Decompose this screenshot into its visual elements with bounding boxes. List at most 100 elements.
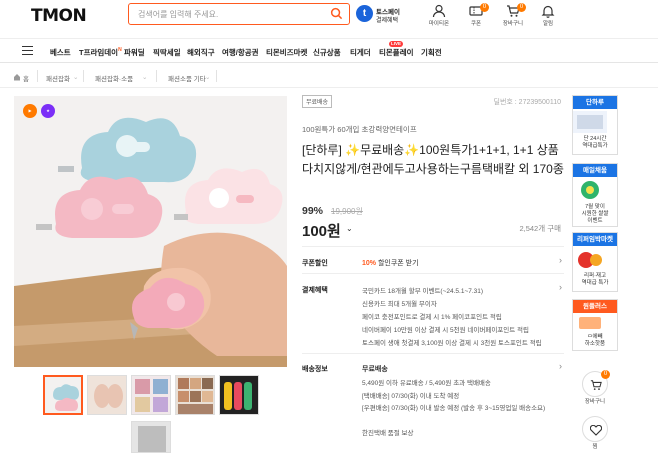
- sidebar-cart-circle: 0: [582, 370, 610, 397]
- sale-price: 100원: [302, 223, 341, 240]
- original-price: 19,900원: [331, 207, 363, 216]
- nav-item-play[interactable]: 티몬플레이 LIVE: [379, 41, 414, 58]
- menu-icon[interactable]: [22, 46, 33, 55]
- my-tmon-label: 마이티몬: [428, 21, 450, 27]
- thumbnail-colorful-image: [220, 376, 258, 414]
- nav-item-overseas[interactable]: 해외직구: [187, 47, 215, 58]
- thumbnail-3[interactable]: [131, 375, 171, 415]
- coupon-row-label: 쿠폰할인: [302, 260, 328, 267]
- breadcrumb-chevron: ⌄: [205, 74, 211, 81]
- thumbnail-collage-image: [132, 376, 170, 414]
- sidebar-banner-oneplus[interactable]: 원플러스 ㅁ에빼 하소핫품: [572, 299, 618, 351]
- search-box[interactable]: 검색어를 입력해 주세요.: [128, 3, 350, 25]
- coupon-chevron-icon[interactable]: ›: [559, 255, 562, 265]
- sidebar-banner-dahaneru[interactable]: 단하루 단 24시간 역대급특가: [572, 95, 618, 155]
- card-benefit-chevron-icon[interactable]: ›: [559, 282, 562, 292]
- breadcrumb-category-1[interactable]: 패션잡화: [46, 73, 70, 83]
- nav-item-exhibition[interactable]: 기획전: [421, 47, 442, 58]
- nav-item-label: 여행/항공권: [222, 48, 259, 57]
- banner-image: [573, 248, 607, 270]
- card-benefit-line-3: 페이코 충전포인트로 결제 시 1% 페이코포인트 적립: [362, 314, 502, 321]
- tmon-logo[interactable]: TMON: [31, 6, 87, 26]
- product-main-image[interactable]: ▶ ★: [14, 96, 287, 367]
- breadcrumb-divider: [37, 70, 38, 82]
- thumbnail-collage-image: [176, 376, 214, 414]
- coupon-percent: 10%: [362, 260, 377, 267]
- sidebar-cart-label: 장바구니: [584, 399, 606, 405]
- search-input[interactable]: 검색어를 입력해 주세요.: [138, 9, 218, 20]
- thumbnail-5[interactable]: [219, 375, 259, 415]
- sidebar-wish-circle: [582, 416, 608, 442]
- notification-button[interactable]: 알림: [533, 4, 563, 34]
- nav-item-tprime[interactable]: T프라임데이N: [79, 47, 122, 58]
- divider: [302, 246, 564, 247]
- notification-label: 알림: [542, 21, 554, 27]
- my-tmon-button[interactable]: 마이티몬: [424, 4, 454, 34]
- shipping-title: 무료배송: [362, 366, 388, 373]
- breadcrumb-divider: [156, 70, 157, 82]
- shipping-line-3: [우편배송] 07/30(화) 이내 발송 예정 (발송 후 3~15영업일 배…: [362, 405, 546, 412]
- divider: [302, 353, 564, 354]
- nav-item-biz[interactable]: 티몬비즈마켓: [266, 47, 307, 58]
- shipping-chevron-icon[interactable]: ›: [559, 361, 562, 371]
- nav-item-new[interactable]: 신규상품: [313, 47, 341, 58]
- nav-item-travel[interactable]: 여행/항공권: [222, 47, 259, 58]
- nav-item-label: 신규상품: [313, 48, 341, 57]
- sidebar-cart-badge: 0: [601, 370, 610, 379]
- nav-item-label: T프라임데이: [79, 48, 119, 57]
- thumbnail-6[interactable]: [131, 421, 171, 453]
- coupon-text: 할인쿠폰 받기: [377, 260, 419, 267]
- banner-image: [573, 315, 607, 331]
- new-mark: N: [118, 47, 122, 53]
- banner-title: 단하루: [573, 96, 617, 109]
- delivery-badge-icon: ▶: [23, 104, 37, 118]
- nav-item-label: 티몬플레이: [379, 48, 414, 57]
- nav-item-pickdeal[interactable]: 픽딱세일: [153, 47, 181, 58]
- thumbnail-1[interactable]: [43, 375, 83, 415]
- heart-icon: [590, 425, 602, 436]
- category-nav: 베스트 T프라임데이N 파워딜 픽딱세일 해외직구 여행/항공권 티몬비즈마켓 …: [0, 38, 658, 63]
- user-icon: [432, 4, 446, 18]
- nav-item-best[interactable]: 베스트: [50, 47, 71, 58]
- search-icon[interactable]: [330, 7, 343, 20]
- bell-icon: [541, 5, 555, 18]
- coupon-download-link[interactable]: 10% 할인쿠폰 받기: [362, 258, 419, 268]
- card-benefit-line-1: 국민카드 18개월 할부 이벤트(~24.5.1~7.31): [362, 288, 484, 295]
- banner-title: 리퍼임박마켓: [573, 233, 617, 246]
- thumbnail-apparel-image: [88, 376, 126, 414]
- nav-item-label: 파워딜: [124, 48, 145, 57]
- tosspay-banner[interactable]: t 토스페이 결제혜택: [356, 3, 402, 25]
- breadcrumb-category-2[interactable]: 패션잡화·소품: [95, 73, 133, 83]
- card-benefit-line-2: 신용카드 최대 5개월 무이자: [362, 301, 437, 308]
- cart-button[interactable]: 장바구니 0: [498, 3, 528, 34]
- thumbnail-4[interactable]: [175, 375, 215, 415]
- thumbnail-2[interactable]: [87, 375, 127, 415]
- price-detail-chevron-icon[interactable]: ⌄: [346, 224, 353, 233]
- sidebar-banner-refurb[interactable]: 리퍼임박마켓 리퍼·재고 역대급 특가: [572, 232, 618, 292]
- sidebar-wish-button[interactable]: 찜: [572, 416, 618, 450]
- nav-item-powerdeal[interactable]: 파워딜: [124, 47, 145, 58]
- breadcrumb: 홈 패션잡화 ⌄ 패션잡화·소품 ⌄ 패션소품 기타 ⌄: [0, 66, 658, 88]
- coupon-label: 쿠폰: [470, 21, 482, 27]
- sidebar-wish-label: 찜: [592, 444, 598, 450]
- card-benefit-line-5: 토스페이 생애 첫결제 3,100원 이상 결제 시 3천원 토스포인트 적립: [362, 340, 542, 347]
- nav-item-label: 티게더: [350, 48, 371, 57]
- coupon-count-badge: 0: [480, 3, 489, 12]
- live-badge: LIVE: [389, 41, 404, 47]
- tosspay-icon: t: [356, 5, 373, 22]
- purchase-count: 2,542개 구매: [519, 224, 561, 233]
- divider: [302, 273, 564, 274]
- cloud-cutter-photo: [14, 96, 287, 367]
- nav-item-label: 기획전: [421, 48, 442, 57]
- breadcrumb-category-3[interactable]: 패션소품 기타: [168, 73, 206, 83]
- nav-item-together[interactable]: 티게더: [350, 47, 371, 58]
- product-number: 딜번호 : 27239500110: [493, 99, 561, 106]
- cart-label: 장바구니: [502, 21, 524, 27]
- sidebar-cart-button[interactable]: 0 장바구니: [572, 370, 618, 405]
- product-title: [단하루] ✨무료배송✨100원특가1+1+1, 1+1 상품다치지않게/현관에…: [302, 143, 564, 176]
- coupon-button[interactable]: 쿠폰 0: [461, 3, 491, 34]
- sidebar-banner-daily[interactable]: 매일채움 7월 맞이 시원한 쌀쌀 이벤트: [572, 163, 618, 227]
- nav-item-label: 픽딱세일: [153, 48, 181, 57]
- breadcrumb-home[interactable]: 홈: [23, 73, 29, 83]
- shipping-label: 배송정보: [302, 366, 328, 373]
